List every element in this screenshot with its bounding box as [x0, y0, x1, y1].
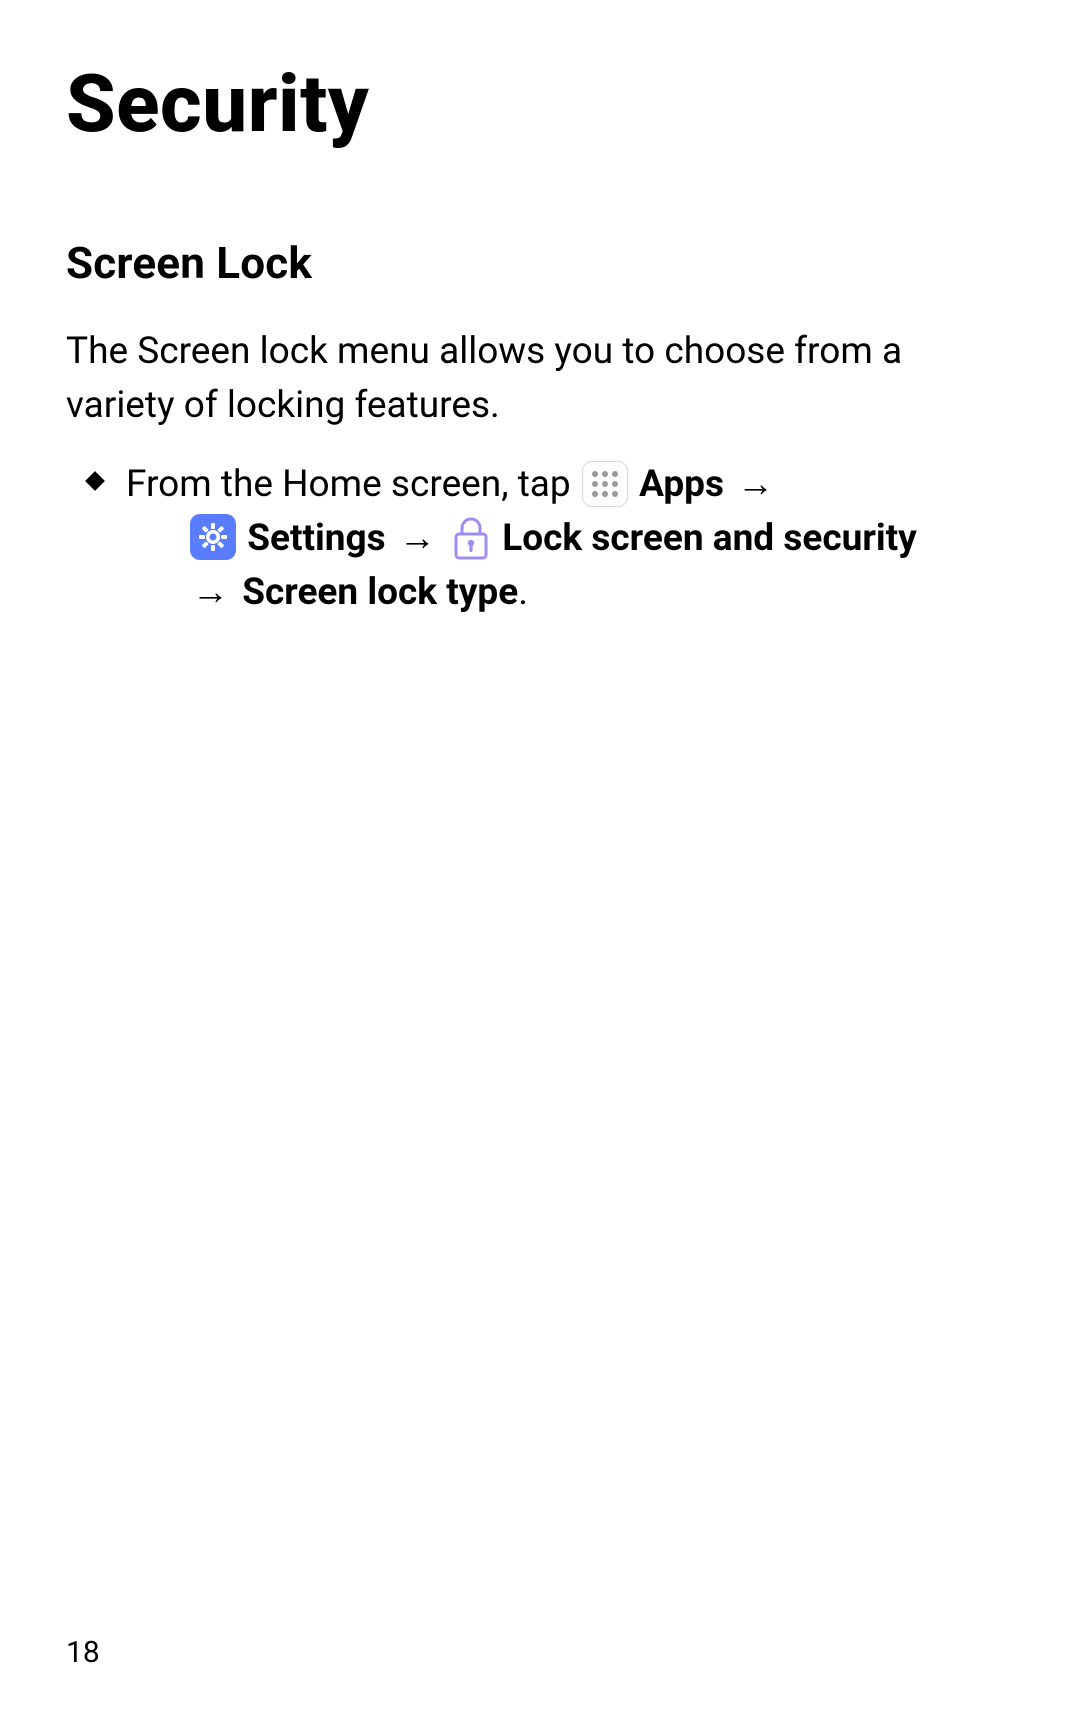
section-heading-screen-lock: Screen Lock: [66, 237, 1014, 289]
instruction-line-3: → Screen lock type.: [126, 566, 1014, 620]
instruction-line-1: From the Home screen, tap Apps →: [126, 458, 1014, 512]
arrow-icon: →: [399, 512, 436, 566]
instruction-line-2: Settings → Lock screen and security: [126, 512, 1014, 566]
instruction-text-pre: From the Home screen, tap: [126, 463, 580, 506]
settings-gear-icon: [190, 514, 236, 560]
lock-outline-icon: [451, 514, 491, 560]
arrow-icon: →: [192, 566, 229, 620]
settings-label: Settings: [247, 517, 385, 560]
lock-screen-security-label: Lock screen and security: [502, 517, 917, 560]
period: .: [518, 571, 528, 614]
screen-lock-type-label: Screen lock type: [242, 571, 518, 614]
instruction-bullet: From the Home screen, tap Apps →: [66, 458, 1014, 619]
page-number: 18: [66, 1635, 100, 1670]
intro-paragraph: The Screen lock menu allows you to choos…: [66, 325, 1014, 432]
apps-grid-icon: [582, 461, 628, 507]
page-title: Security: [66, 57, 1014, 151]
bullet-marker-icon: [85, 471, 105, 491]
apps-label: Apps: [639, 463, 724, 506]
arrow-icon: →: [737, 458, 774, 512]
